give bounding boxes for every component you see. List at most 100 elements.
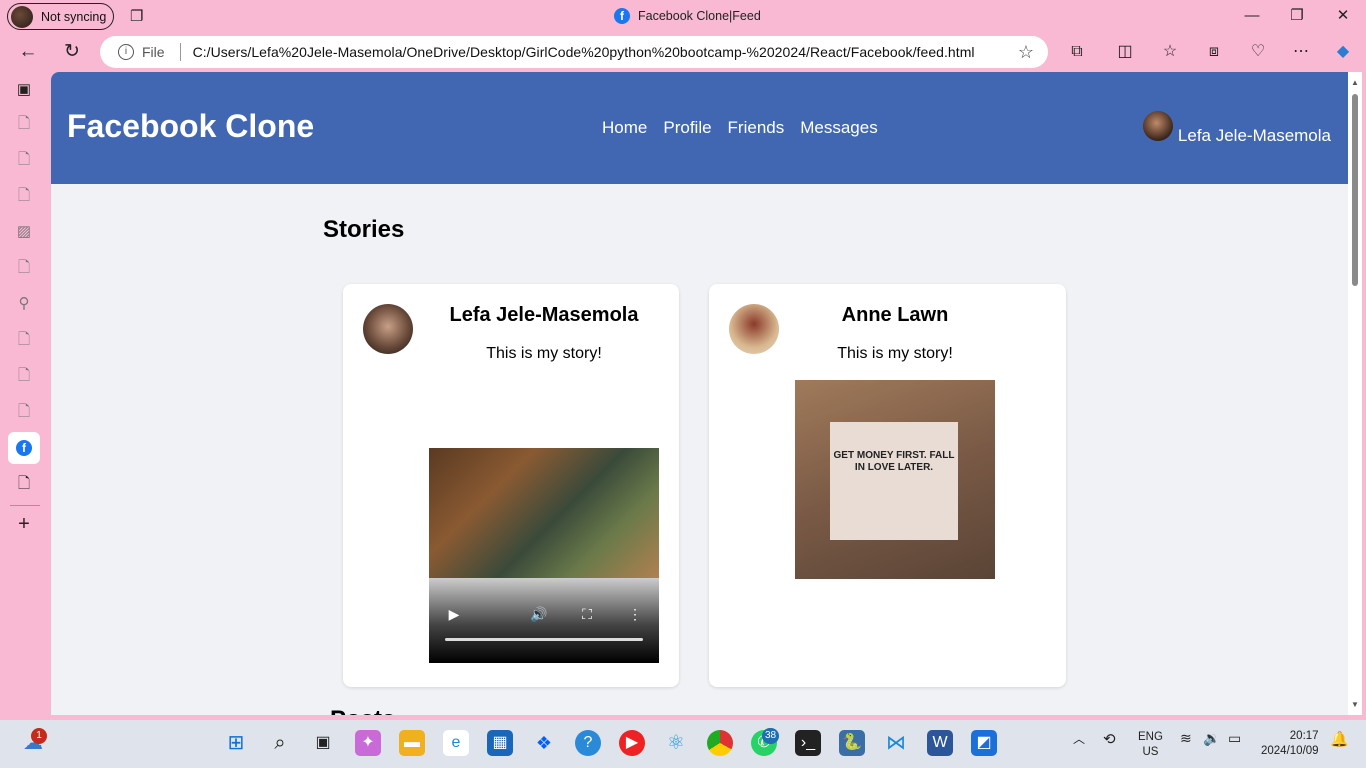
story-author-avatar (363, 304, 413, 354)
tab-page-icon[interactable]: 🗋 (13, 401, 35, 423)
story-card: Anne Lawn This is my story! GET MONEY FI… (709, 284, 1066, 687)
close-icon[interactable]: ✕ (1328, 5, 1358, 27)
help-icon[interactable]: ? (575, 730, 601, 756)
search-icon[interactable]: ⌕ (267, 730, 293, 756)
wifi-icon[interactable]: ≋ (1180, 730, 1192, 747)
profile-sync-label: Not syncing (41, 9, 107, 24)
story-text: This is my story! (486, 345, 602, 362)
nav-home-link[interactable]: Home (602, 118, 647, 138)
browser-toolbar: ← ↻ i File C:/Users/Lefa%20Jele-Masemola… (0, 33, 1366, 71)
store-icon[interactable]: ▦ (487, 730, 513, 756)
terminal-icon[interactable]: ›_ (795, 730, 821, 756)
nav-profile-link[interactable]: Profile (663, 118, 711, 138)
edge-icon[interactable]: e (443, 730, 469, 756)
start-icon[interactable]: ⊞ (223, 730, 249, 756)
story-author-name: Anne Lawn (841, 304, 949, 326)
posts-heading: Posts (330, 706, 395, 715)
scroll-up-icon[interactable]: ▲ (1350, 78, 1360, 87)
tab-figure-icon[interactable]: ⚲ (13, 293, 35, 315)
stories-heading: Stories (323, 216, 405, 243)
performance-icon[interactable]: ♡ (1246, 41, 1270, 63)
media-player-icon[interactable]: ▶ (619, 730, 645, 756)
site-header: Facebook Clone Home Profile Friends Mess… (51, 72, 1348, 184)
tab-image-icon[interactable]: ▨ (13, 221, 35, 243)
back-icon[interactable]: ← (15, 40, 41, 64)
clock-date: 2024/10/09 (1261, 745, 1319, 757)
site-brand[interactable]: Facebook Clone (67, 108, 314, 145)
vscode-icon[interactable]: ⋈ (883, 730, 909, 756)
tab-facebook-active[interactable]: f (8, 432, 40, 464)
video-progress-bar[interactable] (445, 638, 643, 641)
windows-taskbar: ☁ 1 ⊞ ⌕ ▣ ✦ ▬ e ▦ ❖ ? ▶ ⚛ ✆ 38 ›_ 🐍 ⋈ W … (0, 720, 1366, 768)
notification-bell-icon[interactable]: 🔔 (1330, 730, 1349, 748)
task-view-icon[interactable]: ▣ (310, 730, 336, 756)
copilot-app-icon[interactable]: ✦ (355, 730, 381, 756)
story-image-poster: GET MONEY FIRST. FALL IN LOVE LATER. (830, 422, 958, 540)
page-scrollbar[interactable]: ▲ ▼ (1348, 72, 1362, 715)
fullscreen-icon[interactable]: ⛶ (578, 606, 596, 623)
copilot-icon[interactable]: ◆ (1331, 41, 1355, 63)
info-icon[interactable]: i (118, 44, 134, 60)
tab-page-icon[interactable]: 🗋 (13, 257, 35, 279)
workspaces-icon[interactable]: ❐ (130, 7, 150, 25)
word-icon[interactable]: W (927, 730, 953, 756)
tab-page-icon[interactable]: 🗋 (13, 185, 35, 207)
facebook-favicon-icon: f (614, 8, 630, 24)
chrome-icon[interactable] (707, 730, 733, 756)
play-icon[interactable]: ▶ (445, 606, 463, 623)
video-more-icon[interactable]: ⋮ (626, 606, 644, 623)
scheme-label: File (142, 44, 165, 60)
title-bar: Not syncing ❐ f Facebook Clone|Feed — ❐ … (0, 0, 1366, 33)
tab-page-icon[interactable]: 🗋 (13, 329, 35, 351)
profile-avatar (11, 5, 33, 28)
profile-button[interactable]: Not syncing (7, 3, 114, 30)
tab-actions-icon[interactable]: ▣ (13, 79, 35, 101)
scroll-thumb[interactable] (1352, 94, 1358, 286)
tray-overflow-icon[interactable]: ︿ (1073, 730, 1085, 747)
window-title: f Facebook Clone|Feed (614, 8, 761, 24)
vpn-icon[interactable]: ⟲ (1103, 730, 1116, 748)
more-menu-icon[interactable]: ⋯ (1289, 41, 1313, 63)
python-icon[interactable]: 🐍 (839, 730, 865, 756)
favorite-star-icon[interactable]: ☆ (1018, 42, 1034, 63)
tab-page-icon[interactable]: 🗋 (13, 149, 35, 171)
address-bar[interactable]: i File C:/Users/Lefa%20Jele-Masemola/One… (100, 36, 1048, 68)
tab-page-icon[interactable]: 🗋 (13, 113, 35, 135)
tab-page-icon[interactable]: 🗋 (13, 365, 35, 387)
minimize-icon[interactable]: — (1237, 5, 1267, 27)
story-video[interactable]: ▶ 🔊 ⛶ ⋮ (429, 448, 659, 663)
tab-page-icon[interactable]: 🗋 (13, 473, 35, 495)
address-divider (179, 43, 181, 61)
story-image[interactable]: GET MONEY FIRST. FALL IN LOVE LATER. (795, 380, 995, 579)
story-author-name: Lefa Jele-Masemola (449, 304, 639, 326)
clock[interactable]: 20:17 2024/10/09 (1261, 729, 1319, 759)
nav-messages-link[interactable]: Messages (800, 118, 877, 138)
nav-friends-link[interactable]: Friends (728, 118, 785, 138)
url-text[interactable]: C:/Users/Lefa%20Jele-Masemola/OneDrive/D… (193, 44, 975, 60)
sidebar-divider (10, 505, 40, 506)
current-user[interactable]: Lefa Jele-Masemola (1142, 111, 1331, 146)
refresh-icon[interactable]: ↻ (59, 40, 85, 64)
extensions-icon[interactable]: ⧉ (1065, 41, 1089, 63)
clock-time: 20:17 (1289, 730, 1319, 742)
split-screen-icon[interactable]: ◫ (1113, 41, 1137, 63)
facebook-icon: f (16, 440, 32, 457)
video-frame (429, 448, 659, 578)
weather-badge: 1 (31, 728, 47, 744)
react-icon[interactable]: ⚛ (663, 730, 689, 756)
scroll-down-icon[interactable]: ▼ (1350, 700, 1360, 709)
site-nav: Home Profile Friends Messages (602, 118, 878, 138)
dropbox-icon[interactable]: ❖ (531, 730, 557, 756)
volume-tray-icon[interactable]: 🔉 (1203, 730, 1220, 747)
collections-icon[interactable]: ⧈ (1202, 41, 1226, 63)
new-tab-icon[interactable]: + (13, 513, 35, 535)
photos-icon[interactable]: ◩ (971, 730, 997, 756)
restore-icon[interactable]: ❐ (1282, 5, 1312, 27)
volume-icon[interactable]: 🔊 (530, 606, 548, 623)
language-region: US (1142, 746, 1159, 758)
language-indicator[interactable]: ENG US (1138, 730, 1163, 760)
favorites-icon[interactable]: ☆ (1158, 41, 1182, 63)
story-card: Lefa Jele-Masemola This is my story! ▶ 🔊… (343, 284, 679, 687)
file-explorer-icon[interactable]: ▬ (399, 730, 425, 756)
battery-icon[interactable]: ▭ (1228, 730, 1241, 747)
